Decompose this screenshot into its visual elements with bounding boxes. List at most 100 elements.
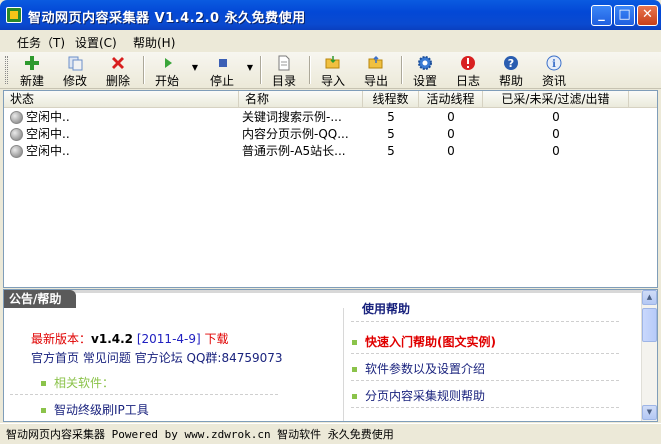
download-link[interactable]: 下载 [205,332,229,346]
column-threads[interactable]: 线程数 [363,91,419,108]
toolbar-separator [260,56,262,84]
status-icon [10,128,23,141]
help-item[interactable]: 软件参数以及设置介绍 [352,360,485,377]
related-software-label: 相关软件： [54,376,115,390]
latest-version-label: 最新版本： [31,332,92,346]
divider [351,407,619,408]
divider [351,353,619,354]
import-button[interactable]: 导入 [315,53,351,88]
help-item[interactable]: 分页内容采集规则帮助 [352,387,485,404]
related-software-header: 相关软件： [41,374,114,391]
notice-section: 最新版本：v1.4.2 [2011-4-9] 下载 官方首页 常见问题 官方论坛… [4,308,344,421]
task-threads: 5 [387,110,395,124]
help-section: 使用帮助 快速入门帮助(图文实例) 软件参数以及设置介绍 分页内容采集规则帮助 [345,290,643,421]
bullet-icon [41,408,46,413]
help-title: 使用帮助 [362,302,411,316]
related-item[interactable]: 智动终级刷IP工具 [41,401,149,418]
help-item-label[interactable]: 分页内容采集规则帮助 [365,389,485,403]
official-home-link[interactable]: 官方首页 [31,351,79,365]
task-threads: 5 [387,144,395,158]
forum-link[interactable]: 官方论坛 [135,351,183,365]
toolbar: 新建 修改 删除 开始 ▼ 停止 ▼ 目录 导入 导出 设置 日志 ? 帮助 i… [0,52,661,89]
start-button[interactable]: 开始 ▼ [150,53,198,88]
start-label: 开始 [155,74,180,88]
notice-help-panel: 公告/帮助 最新版本：v1.4.2 [2011-4-9] 下载 官方首页 常见问… [3,289,658,422]
task-name: 普通示例-A5站长... [242,144,346,158]
task-status: 空闲中.. [26,110,70,124]
latest-version-date: [2011-4-9] [136,332,201,346]
new-button[interactable]: 新建 [14,53,50,88]
task-status: 空闲中.. [26,144,70,158]
divider [351,321,619,322]
help-button[interactable]: ? 帮助 [493,53,529,88]
import-label: 导入 [320,74,345,88]
toolbar-separator [143,56,145,84]
edit-button[interactable]: 修改 [57,53,93,88]
chevron-down-icon[interactable]: ▼ [247,63,253,72]
delete-icon [112,57,124,69]
table-row[interactable]: 空闲中.. 普通示例-A5站长... 5 0 0 [4,143,657,160]
settings-label: 设置 [412,74,437,88]
log-button[interactable]: 日志 [450,53,486,88]
bullet-icon [352,394,357,399]
menu-task[interactable]: 任务（T) [17,34,65,51]
svg-text:?: ? [508,57,514,70]
delete-button[interactable]: 删除 [100,53,136,88]
document-icon [278,55,290,71]
table-row[interactable]: 空闲中.. 关键词搜索示例-... 5 0 0 [4,109,657,126]
svg-text:i: i [552,59,556,70]
directory-button[interactable]: 目录 [266,53,302,88]
folder-open-icon [325,56,340,69]
panel-tab-notice[interactable]: 公告/帮助 [4,290,76,308]
log-label: 日志 [455,74,480,88]
toolbar-grip[interactable] [5,56,8,84]
menu-settings[interactable]: 设置(C) [75,34,117,51]
edit-label: 修改 [62,74,87,88]
help-icon: ? [504,56,518,70]
scroll-thumb[interactable] [642,308,657,342]
stop-button[interactable]: 停止 ▼ [205,53,253,88]
scroll-up-icon[interactable]: ▲ [642,290,657,305]
news-button[interactable]: i 资讯 [536,53,572,88]
menu-help[interactable]: 帮助(H) [133,34,175,51]
task-status: 空闲中.. [26,127,70,141]
divider [10,394,278,395]
log-icon [461,56,475,70]
help-item-label[interactable]: 快速入门帮助(图文实例) [365,335,496,349]
column-name[interactable]: 名称 [239,91,363,108]
export-button[interactable]: 导出 [358,53,394,88]
table-row[interactable]: 空闲中.. 内容分页示例-QQ... 5 0 0 [4,126,657,143]
faq-link[interactable]: 常见问题 [83,351,131,365]
column-progress[interactable]: 已采/未采/过滤/出错 [483,91,629,108]
task-name: 内容分页示例-QQ... [242,127,349,141]
task-active: 0 [447,110,455,124]
column-active[interactable]: 活动线程 [419,91,483,108]
help-item[interactable]: 快速入门帮助(图文实例) [352,333,496,350]
chevron-down-icon[interactable]: ▼ [192,63,198,72]
related-item-label[interactable]: 智动终级刷IP工具 [54,403,149,417]
help-label: 帮助 [498,74,523,88]
minimize-button[interactable]: _ [591,5,612,26]
task-threads: 5 [387,127,395,141]
window-title: 智动网页内容采集器 V1.4.2.0 永久免费使用 [28,11,306,26]
column-status[interactable]: 状态 [4,91,239,108]
panel-scrollbar[interactable]: ▲ ▼ [641,290,657,421]
task-active: 0 [447,127,455,141]
help-item-label[interactable]: 软件参数以及设置介绍 [365,362,485,376]
scroll-down-icon[interactable]: ▼ [642,405,657,420]
latest-version-number: v1.4.2 [91,332,134,346]
latest-version-line: 最新版本：v1.4.2 [2011-4-9] 下载 [31,330,229,347]
add-icon [25,56,39,70]
folder-export-icon [368,55,383,69]
delete-label: 删除 [105,74,130,88]
close-button[interactable]: ✕ [637,5,658,26]
edit-icon [68,56,83,71]
maximize-button[interactable]: □ [614,5,635,26]
gear-icon [418,56,432,70]
task-list[interactable]: 状态 名称 线程数 活动线程 已采/未采/过滤/出错 空闲中.. 关键词搜索示例… [3,90,658,288]
task-progress: 0 [552,127,560,141]
settings-button[interactable]: 设置 [407,53,443,88]
app-icon [6,7,22,23]
task-progress: 0 [552,144,560,158]
news-label: 资讯 [541,74,566,88]
